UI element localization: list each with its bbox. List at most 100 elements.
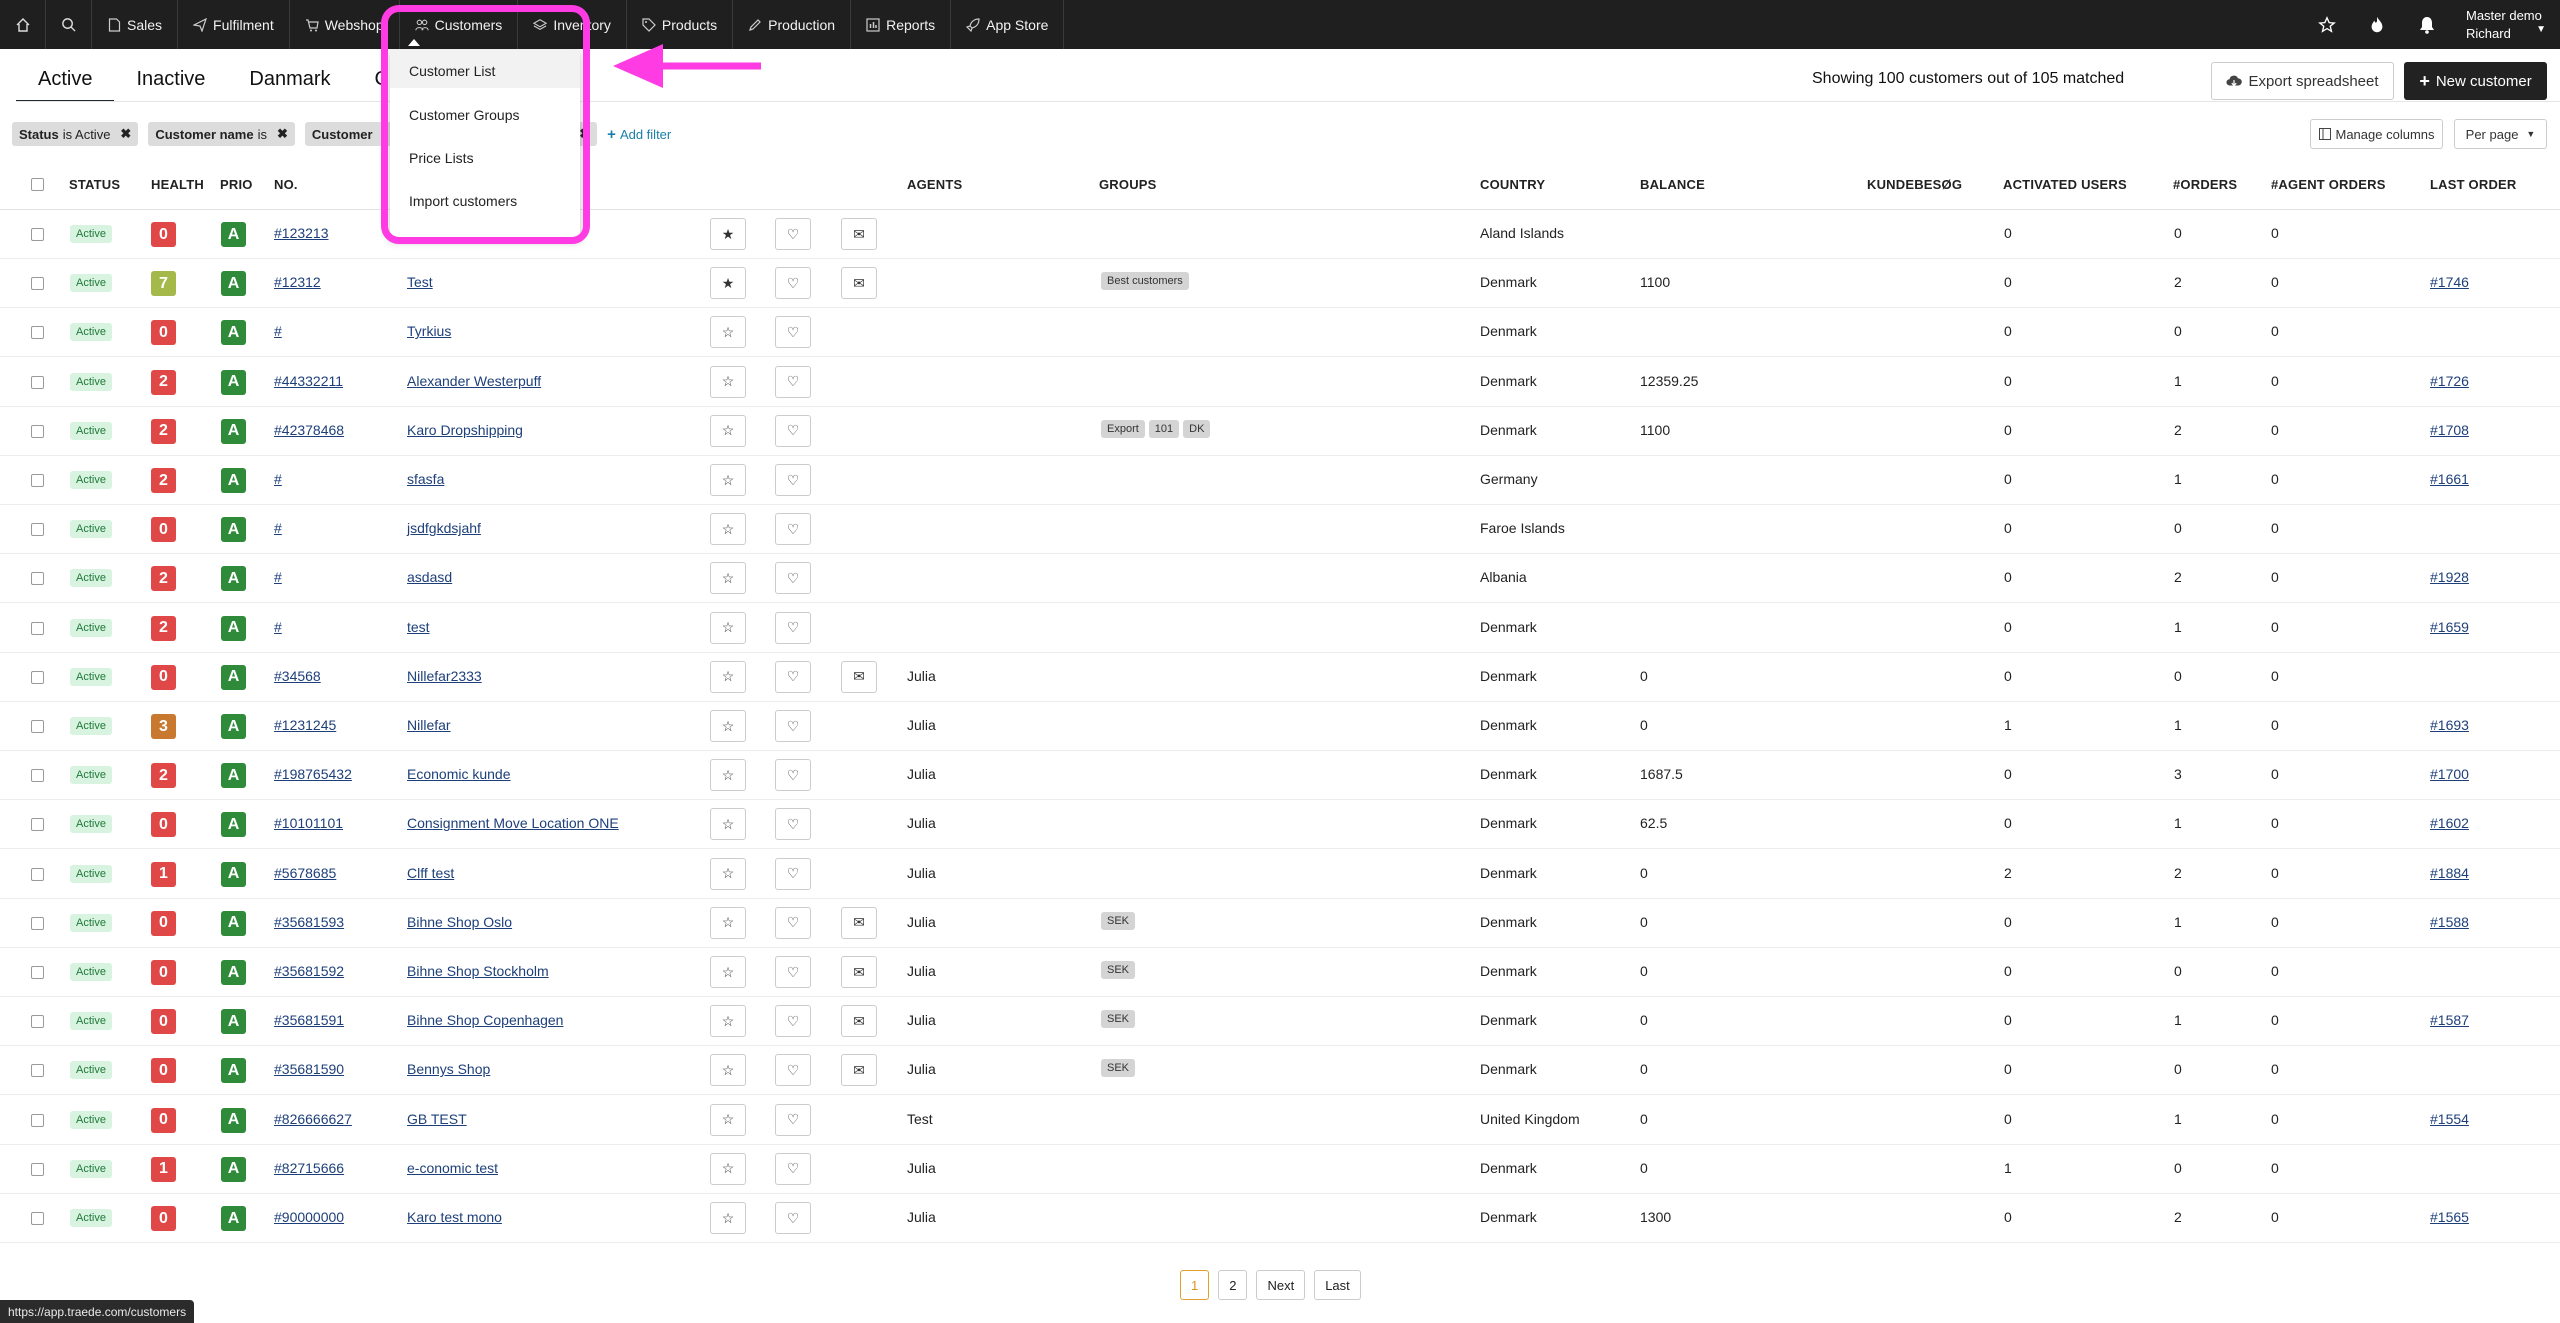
table-row[interactable]: Active 1 A #5678685 Clff test ☆ ♡ Julia Denmark 0… (0, 850, 2560, 899)
customer-number-link[interactable]: # (274, 569, 282, 585)
col-last-order[interactable]: LAST ORDER (2430, 177, 2517, 192)
table-row[interactable]: Active 0 A # Tyrkius ☆ ♡ Denmark 0 0 0 (0, 308, 2560, 358)
customer-number-link[interactable]: # (274, 520, 282, 536)
table-row[interactable]: Active 0 A #90000000 Karo test mono ☆ ♡ Julia De… (0, 1194, 2560, 1243)
col-prio[interactable]: PRIO (220, 177, 253, 192)
row-checkbox[interactable] (31, 523, 44, 537)
per-page-dropdown[interactable]: Per page ▼ (2454, 119, 2547, 149)
heart-icon[interactable]: ♡ (775, 218, 811, 250)
table-row[interactable]: Active 2 A # sfasfa ☆ ♡ Germany 0 1 0 #1661 (0, 456, 2560, 505)
page-2-button[interactable]: 2 (1218, 1270, 1248, 1300)
envelope-icon[interactable]: ✉ (841, 1005, 877, 1038)
table-row[interactable]: Active 0 A #35681593 Bihne Shop Oslo ☆ ♡ ✉ Julia… (0, 899, 2560, 948)
customer-name-link[interactable]: Nillefar (407, 717, 451, 733)
customer-number-link[interactable]: #1231245 (274, 717, 336, 733)
heart-icon[interactable]: ♡ (775, 857, 811, 890)
row-checkbox[interactable] (31, 277, 44, 291)
heart-icon[interactable]: ♡ (775, 1005, 811, 1038)
col-country[interactable]: COUNTRY (1480, 177, 1545, 192)
star-icon[interactable]: ☆ (710, 365, 746, 398)
customer-name-link[interactable]: test (407, 619, 430, 635)
heart-icon[interactable]: ♡ (775, 1152, 811, 1185)
last-order-link[interactable]: #1588 (2430, 914, 2469, 930)
last-order-link[interactable]: #1659 (2430, 619, 2469, 635)
customer-name-link[interactable]: Consignment Move Location ONE (407, 815, 619, 831)
row-checkbox[interactable] (31, 769, 44, 783)
star-icon[interactable]: ☆ (710, 759, 746, 792)
star-icon[interactable]: ☆ (710, 1152, 746, 1185)
row-checkbox[interactable] (31, 1064, 44, 1078)
col-agent-orders[interactable]: #AGENT ORDERS (2271, 177, 2386, 192)
customer-number-link[interactable]: #34568 (274, 668, 321, 684)
last-order-link[interactable]: #1726 (2430, 373, 2469, 389)
col-groups[interactable]: GROUPS (1099, 177, 1157, 192)
star-icon[interactable]: ☆ (710, 956, 746, 988)
nav-item-app-store[interactable]: App Store (951, 0, 1065, 49)
col-health[interactable]: HEALTH (151, 177, 204, 192)
row-checkbox[interactable] (31, 670, 44, 684)
star-icon[interactable]: ☆ (710, 1005, 746, 1038)
export-spreadsheet-button[interactable]: Export spreadsheet (2211, 62, 2394, 100)
table-row[interactable]: Active 2 A #198765432 Economic kunde ☆ ♡ Julia D… (0, 751, 2560, 801)
heart-icon[interactable]: ♡ (775, 513, 811, 546)
table-row[interactable]: Active 3 A #1231245 Nillefar ☆ ♡ Julia Denmark 0 1… (0, 702, 2560, 751)
table-row[interactable]: Active 0 A #10101101 Consignment Move Locati… (0, 800, 2560, 850)
search-icon[interactable] (46, 0, 92, 49)
row-checkbox[interactable] (31, 228, 44, 241)
star-icon[interactable]: ☆ (710, 808, 746, 841)
last-order-link[interactable]: #1928 (2430, 569, 2469, 585)
heart-icon[interactable]: ♡ (775, 759, 811, 792)
last-order-link[interactable]: #1602 (2430, 815, 2469, 831)
heart-icon[interactable]: ♡ (775, 1054, 811, 1087)
star-filled-icon[interactable]: ★ (710, 267, 746, 300)
customer-number-link[interactable]: #35681593 (274, 914, 344, 930)
last-order-link[interactable]: #1693 (2430, 717, 2469, 733)
customer-number-link[interactable]: #82715666 (274, 1160, 344, 1176)
customer-number-link[interactable]: #35681591 (274, 1012, 344, 1028)
star-icon[interactable]: ☆ (710, 464, 746, 496)
customer-number-link[interactable]: #5678685 (274, 865, 336, 881)
manage-columns-button[interactable]: Manage columns (2310, 119, 2443, 149)
row-checkbox[interactable] (31, 1212, 44, 1225)
col-kundebesog[interactable]: KUNDEBESØG (1867, 177, 1962, 192)
star-icon[interactable]: ☆ (710, 1202, 746, 1234)
row-checkbox[interactable] (31, 424, 44, 438)
row-checkbox[interactable] (31, 326, 44, 340)
star-filled-icon[interactable]: ★ (710, 218, 746, 250)
table-row[interactable]: Active 0 A #35681591 Bihne Shop Copenhagen ☆ ♡… (0, 997, 2560, 1047)
heart-icon[interactable]: ♡ (775, 365, 811, 398)
heart-icon[interactable]: ♡ (775, 611, 811, 644)
new-customer-button[interactable]: + New customer (2404, 62, 2547, 100)
row-checkbox[interactable] (31, 572, 44, 586)
last-order-link[interactable]: #1565 (2430, 1209, 2469, 1225)
star-icon[interactable]: ☆ (710, 660, 746, 693)
row-checkbox[interactable] (31, 1162, 44, 1176)
next-page-button[interactable]: Next (1256, 1270, 1306, 1300)
customer-name-link[interactable]: Tyrkius (407, 323, 451, 339)
envelope-icon[interactable]: ✉ (841, 660, 877, 693)
last-order-link[interactable]: #1587 (2430, 1012, 2469, 1028)
table-row[interactable]: Active 0 A #34568 Nillefar2333 ☆ ♡ ✉ Julia Denmar… (0, 653, 2560, 702)
col-no[interactable]: NO. (274, 177, 298, 192)
table-row[interactable]: Active 1 A #82715666 e-conomic test ☆ ♡ Julia De… (0, 1145, 2560, 1194)
row-checkbox[interactable] (31, 1015, 44, 1029)
heart-icon[interactable]: ♡ (775, 710, 811, 742)
customer-number-link[interactable]: # (274, 619, 282, 635)
last-order-link[interactable]: #1661 (2430, 471, 2469, 487)
row-checkbox[interactable] (31, 818, 44, 832)
flame-icon[interactable] (2352, 16, 2402, 34)
customer-number-link[interactable]: #44332211 (274, 373, 343, 389)
customer-name-link[interactable]: asdasd (407, 569, 452, 585)
table-row[interactable]: Active 2 A #42378468 Karo Dropshipping ☆ ♡ Expo… (0, 407, 2560, 456)
nav-item-sales[interactable]: Sales (92, 0, 179, 49)
customer-name-link[interactable]: Clff test (407, 865, 454, 881)
table-row[interactable]: Active 2 A #44332211 Alexander Westerpuff ☆ ♡ D… (0, 358, 2560, 407)
customer-number-link[interactable]: #826666627 (274, 1111, 352, 1127)
col-balance[interactable]: BALANCE (1640, 177, 1705, 192)
customer-number-link[interactable]: #12312 (274, 274, 321, 290)
row-checkbox[interactable] (31, 867, 44, 881)
tab-inactive[interactable]: Inactive (114, 58, 227, 102)
nav-item-reports[interactable]: Reports (851, 0, 952, 49)
heart-icon[interactable]: ♡ (775, 808, 811, 841)
envelope-icon[interactable]: ✉ (841, 218, 877, 250)
